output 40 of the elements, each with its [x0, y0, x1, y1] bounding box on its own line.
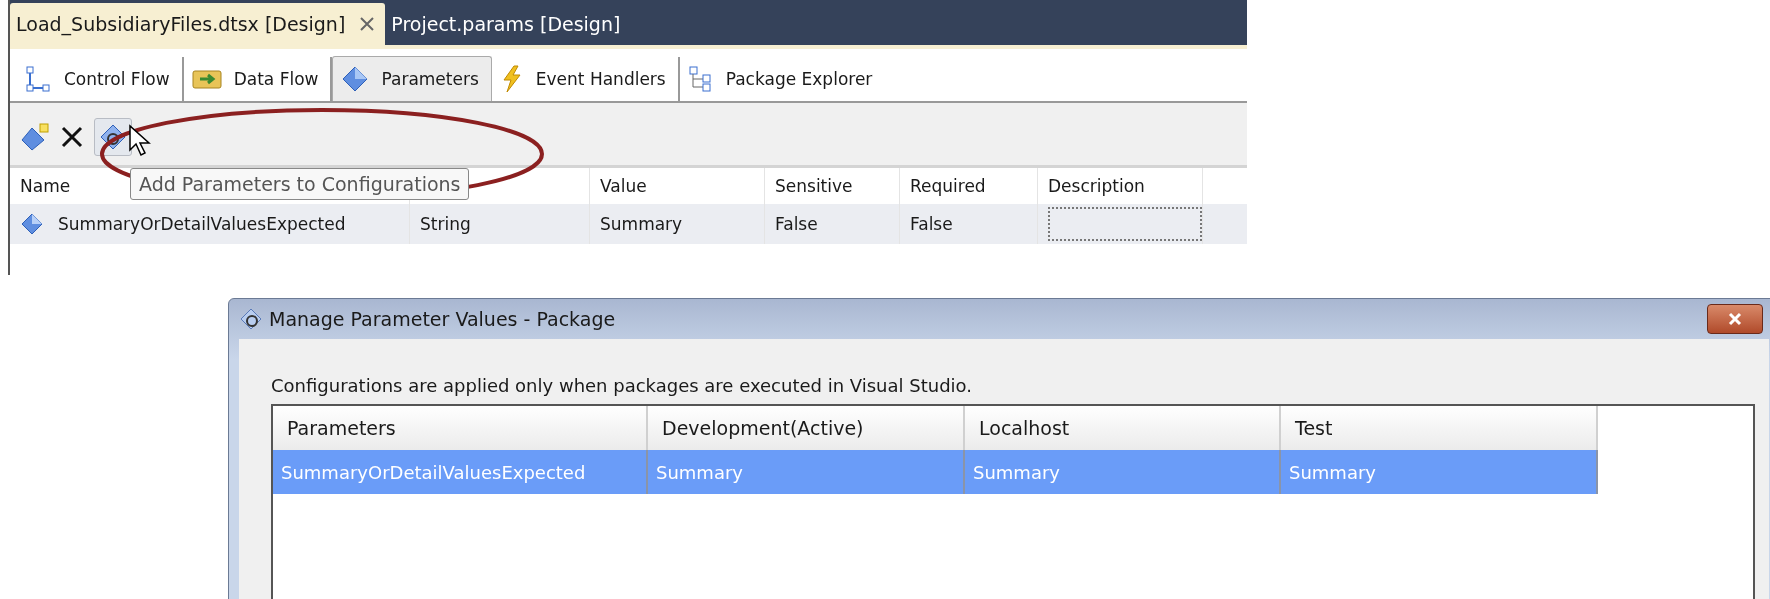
- table-cell: SummaryOrDetailValuesExpected: [273, 450, 648, 494]
- column-header: Description: [1048, 176, 1145, 196]
- flowchart-icon: [24, 65, 52, 93]
- data-flow-icon: [191, 67, 222, 91]
- designer-tab[interactable]: Event Handlers: [491, 57, 680, 101]
- column-header[interactable]: Development(Active): [648, 406, 965, 450]
- new-parameter-icon[interactable]: [20, 122, 50, 152]
- column-header[interactable]: Test: [1281, 406, 1598, 450]
- table-cell: Summary: [648, 450, 965, 494]
- parameter-icon: [341, 65, 370, 93]
- cursor-icon: [128, 124, 152, 158]
- column-header[interactable]: Localhost: [965, 406, 1281, 450]
- description-field[interactable]: [1048, 207, 1202, 241]
- delete-icon[interactable]: [60, 125, 84, 149]
- column-header: Value: [600, 176, 647, 196]
- designer-tab[interactable]: Control Flow: [16, 57, 184, 101]
- tree-icon: [687, 65, 714, 93]
- table-cell: Summary: [965, 450, 1281, 494]
- window-title: Manage Parameter Values - Package: [269, 308, 616, 330]
- document-tab[interactable]: Project.params [Design]: [385, 3, 631, 45]
- tooltip: Add Parameters to Configurations: [130, 168, 470, 200]
- parameter-icon: [20, 212, 44, 236]
- x-icon: [1726, 312, 1744, 326]
- table-cell: SummaryOrDetailValuesExpected: [58, 214, 346, 234]
- table-cell: Summary: [600, 214, 683, 234]
- document-tab[interactable]: Load_SubsidiaryFiles.dtsx [Design]: [10, 3, 386, 45]
- designer-tab[interactable]: Package Explorer: [679, 57, 885, 101]
- column-header[interactable]: Parameters: [273, 406, 648, 450]
- table-cell: False: [910, 214, 953, 234]
- parameter-icon: [239, 307, 263, 331]
- column-header: Sensitive: [775, 176, 853, 196]
- table-cell: String: [420, 214, 471, 234]
- table-cell: False: [775, 214, 818, 234]
- column-header: Required: [910, 176, 986, 196]
- close-icon[interactable]: [359, 16, 376, 32]
- column-header: Name: [20, 176, 71, 196]
- designer-tab[interactable]: Parameters: [332, 56, 492, 101]
- table-cell: Summary: [1281, 450, 1598, 494]
- message-text: Configurations are applied only when packages are executed in Visual Studio.: [271, 375, 973, 396]
- close-button[interactable]: [1707, 304, 1763, 334]
